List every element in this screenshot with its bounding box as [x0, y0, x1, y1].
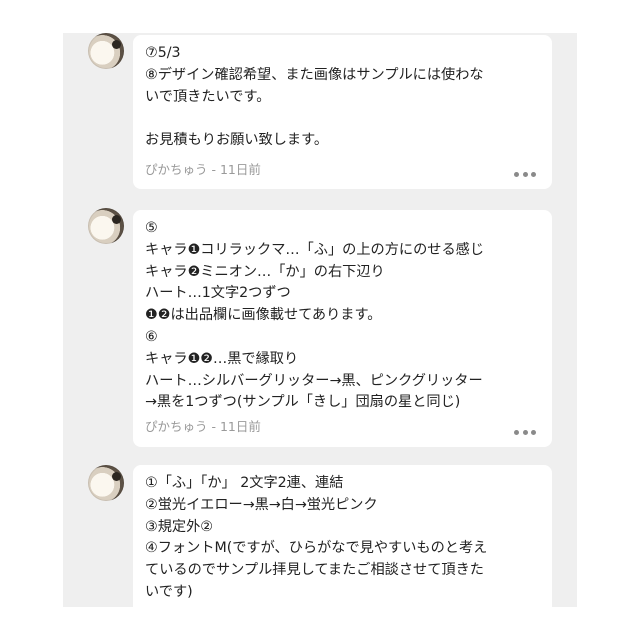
more-dot [531, 171, 536, 177]
comment-time: 11日前 [219, 419, 261, 434]
more-dot [531, 429, 536, 435]
more-dot [522, 171, 528, 177]
comment-bubble: ⑤ キャラ❶コリラックマ…「ふ」の上の方にのせる感じ キャラ❷ミニオン…「か」の… [133, 210, 552, 447]
comment-meta: ぴかちゅう - 11日前 [145, 416, 261, 435]
comment-bubble: ①「ふ」「か」 2文字2連、連結 ②蛍光イエロー→黒→白→蛍光ピンク ③規定外②… [133, 465, 552, 607]
comment-list: ⑦5/3 ⑧デザイン確認希望、また画像はサンプルには使わな いで頂きたいです。 … [63, 33, 577, 607]
comment-author[interactable]: ぴかちゅう [145, 162, 208, 177]
more-horizontal-icon [514, 429, 519, 435]
meta-separator: - [207, 419, 220, 434]
meta-separator: - [207, 162, 220, 177]
comment-text: ⑤ キャラ❶コリラックマ…「ふ」の上の方にのせる感じ キャラ❷ミニオン…「か」の… [145, 220, 485, 411]
comment-meta: ぴかちゅう - 11日前 [145, 159, 261, 178]
comment-text: ⑦5/3 ⑧デザイン確認希望、また画像はサンプルには使わな いで頂きたいです。 … [145, 45, 484, 149]
comment-bubble: ⑦5/3 ⑧デザイン確認希望、また画像はサンプルには使わな いで頂きたいです。 … [133, 35, 552, 189]
more-options-button[interactable] [514, 428, 536, 436]
avatar[interactable] [88, 208, 124, 244]
comment-author[interactable]: ぴかちゅう [145, 419, 208, 434]
more-horizontal-icon [514, 171, 519, 177]
more-options-button[interactable] [514, 170, 536, 178]
comment-time: 11日前 [219, 162, 261, 177]
more-dot [522, 429, 528, 435]
avatar[interactable] [88, 465, 124, 501]
avatar[interactable] [88, 33, 124, 69]
comment-text: ①「ふ」「か」 2文字2連、連結 ②蛍光イエロー→黒→白→蛍光ピンク ③規定外②… [145, 475, 488, 600]
